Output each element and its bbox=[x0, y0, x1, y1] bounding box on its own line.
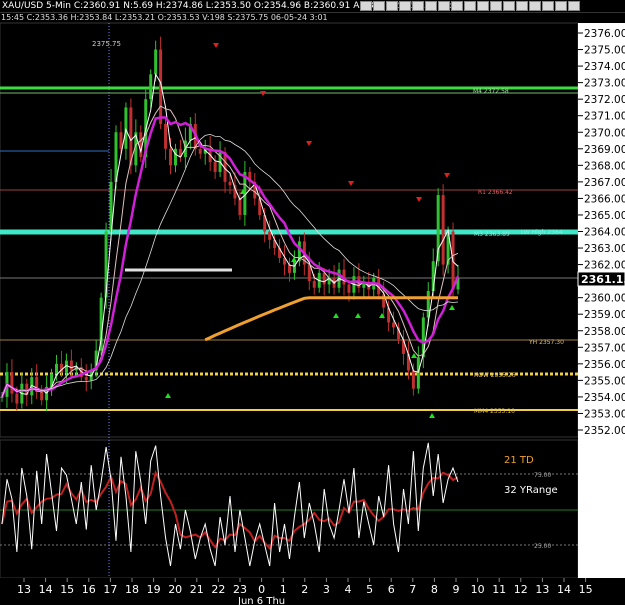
price-tick-label: 2373.00 bbox=[584, 78, 625, 90]
time-tick-label: 20 bbox=[168, 583, 182, 596]
candle-body bbox=[411, 370, 415, 389]
candle-body bbox=[312, 281, 316, 288]
time-tick-label: 18 bbox=[125, 583, 139, 596]
td-label: 21 TD bbox=[504, 455, 534, 466]
price-chart[interactable]: 2376.002375.002374.002373.002372.002371.… bbox=[0, 0, 625, 605]
candle-body bbox=[198, 148, 202, 154]
sto-label: STO bbox=[578, 506, 601, 519]
candle-body bbox=[268, 231, 272, 240]
time-tick-label: 16 bbox=[82, 583, 96, 596]
time-tick-label: 9 bbox=[453, 583, 460, 596]
time-tick-label: 11 bbox=[492, 583, 506, 596]
candle-body bbox=[164, 123, 168, 149]
candle-body bbox=[169, 148, 173, 166]
m3-label: M3 2363.89 bbox=[474, 231, 510, 238]
price-tick-label: 2369.00 bbox=[584, 144, 625, 156]
time-tick-label: 15 bbox=[60, 583, 74, 596]
current-price-label: 2361.13 bbox=[581, 273, 625, 286]
candle-body bbox=[441, 195, 445, 265]
time-tick-label: 1 bbox=[280, 583, 287, 596]
time-tick-label: 3 bbox=[323, 583, 330, 596]
price-tick-label: 2356.00 bbox=[584, 359, 625, 371]
candle-body bbox=[119, 132, 123, 149]
candle-body bbox=[173, 148, 177, 166]
time-tick-label: 14 bbox=[39, 583, 53, 596]
candle-body bbox=[55, 363, 59, 374]
price-tick-label: 2375.00 bbox=[584, 45, 625, 57]
price-tick-label: 2363.00 bbox=[584, 243, 625, 255]
yrange-label: 32 YRange bbox=[504, 485, 558, 496]
candle-body bbox=[154, 49, 158, 75]
candle-body bbox=[392, 322, 396, 328]
candle-body bbox=[40, 391, 44, 401]
r1-label: R1 2366.42 bbox=[478, 189, 513, 196]
time-tick-label: 17 bbox=[103, 583, 117, 596]
candle-body bbox=[238, 198, 242, 215]
candle-body bbox=[213, 162, 217, 172]
price-tick-label: 2370.00 bbox=[584, 127, 625, 139]
crosshair-price-label: 2375.75 bbox=[92, 40, 121, 48]
candle-body bbox=[15, 393, 19, 404]
price-tick-label: 2365.00 bbox=[584, 210, 625, 222]
price-tick-label: 2355.00 bbox=[584, 375, 625, 387]
time-tick-label: 12 bbox=[514, 583, 528, 596]
price-tick-label: 2358.00 bbox=[584, 326, 625, 338]
sto-value: 30 bbox=[608, 506, 622, 519]
time-tick-label: 10 bbox=[471, 583, 485, 596]
price-tick-label: 2360.00 bbox=[584, 293, 625, 305]
time-tick-label: 14 bbox=[557, 583, 571, 596]
time-tick-label: 5 bbox=[366, 583, 373, 596]
date-label: Jun 6 Thu bbox=[237, 596, 285, 605]
candle-body bbox=[84, 377, 88, 381]
time-tick-label: 15 bbox=[579, 583, 593, 596]
price-tick-label: 2368.00 bbox=[584, 160, 625, 172]
yh-label: YH 2357.30 bbox=[528, 339, 564, 346]
time-tick-label: 19 bbox=[147, 583, 161, 596]
time-tick-label: 2 bbox=[301, 583, 308, 596]
price-tick-label: 2359.00 bbox=[584, 309, 625, 321]
price-tick-label: 2352.00 bbox=[584, 425, 625, 437]
price-tick-label: 2364.00 bbox=[584, 227, 625, 239]
lw-high-label: LW High 2364 bbox=[521, 229, 563, 236]
price-tick-label: 2357.00 bbox=[584, 342, 625, 354]
candle-body bbox=[416, 357, 420, 389]
price-tick-label: 2372.00 bbox=[584, 94, 625, 106]
candle-body bbox=[292, 261, 296, 273]
price-tick-label: 2367.00 bbox=[584, 177, 625, 189]
candle-body bbox=[228, 181, 232, 186]
level-25-label: 25.00 bbox=[534, 543, 551, 550]
time-tick-label: 7 bbox=[409, 583, 416, 596]
time-tick-label: 21 bbox=[190, 583, 204, 596]
time-tick-label: 6 bbox=[388, 583, 395, 596]
mm4-label: MM4 2353.10 bbox=[474, 408, 515, 415]
candle-body bbox=[124, 107, 128, 149]
candle-body bbox=[149, 74, 153, 100]
price-tick-label: 2353.00 bbox=[584, 408, 625, 420]
candle-body bbox=[10, 372, 14, 394]
level-75-label: 75.00 bbox=[534, 472, 551, 479]
price-tick-label: 2354.00 bbox=[584, 392, 625, 404]
candle-body bbox=[69, 360, 73, 371]
time-tick-label: 13 bbox=[17, 583, 31, 596]
price-tick-label: 2374.00 bbox=[584, 61, 625, 73]
time-tick-label: 0 bbox=[258, 583, 265, 596]
row-label: ROW 2355.26 bbox=[474, 372, 516, 379]
price-tick-label: 2371.00 bbox=[584, 111, 625, 123]
candle-body bbox=[347, 284, 351, 293]
time-tick-label: 13 bbox=[535, 583, 549, 596]
candle-body bbox=[322, 272, 326, 285]
price-tick-label: 2366.00 bbox=[584, 193, 625, 205]
time-tick-label: 8 bbox=[431, 583, 438, 596]
time-tick-label: 23 bbox=[233, 583, 247, 596]
price-tick-label: 2376.00 bbox=[584, 28, 625, 40]
time-tick-label: 22 bbox=[211, 583, 225, 596]
price-tick-label: 2362.00 bbox=[584, 260, 625, 272]
time-tick-label: 4 bbox=[345, 583, 352, 596]
m4-label: M4 2372.58 bbox=[473, 88, 509, 95]
